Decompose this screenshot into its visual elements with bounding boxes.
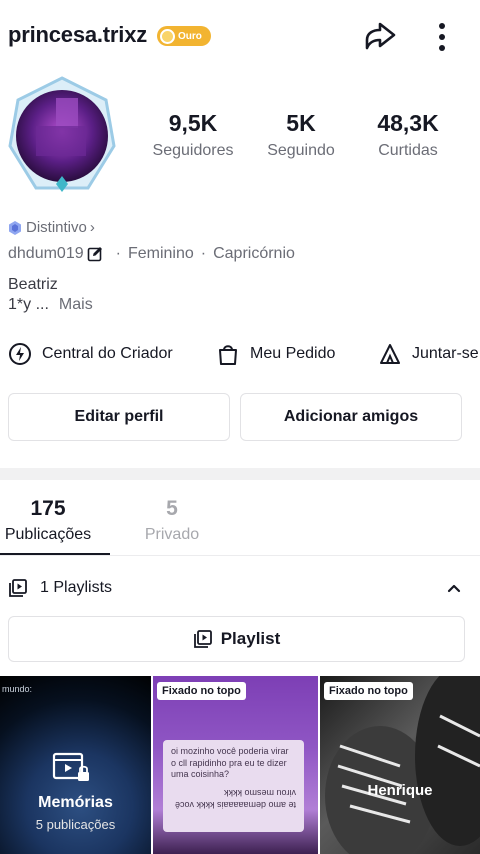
- sneaker-photo: [325, 676, 480, 854]
- chevron-up-icon[interactable]: [444, 578, 464, 598]
- more-vertical-icon: [439, 23, 445, 51]
- followers-label: Seguidores: [152, 142, 234, 159]
- avatar-frame-icon: [8, 76, 116, 192]
- following-count: 5K: [286, 110, 316, 136]
- playlist-icon: [193, 630, 212, 648]
- note-card: oi mozinho você poderia virar o cll rapi…: [163, 740, 304, 832]
- following-stat[interactable]: 5K Seguindo: [246, 108, 356, 160]
- creator-center-icon: [9, 343, 31, 365]
- username: princesa.trixz: [8, 22, 148, 47]
- collection-subtitle: 5 publicações: [35, 817, 116, 832]
- followers-stat[interactable]: 9,5K Seguidores: [138, 108, 248, 160]
- followers-count: 9,5K: [168, 110, 218, 136]
- playlist-button[interactable]: Playlist: [8, 616, 465, 662]
- coin-icon: [160, 28, 175, 44]
- likes-count: 48,3K: [377, 110, 439, 136]
- creator-center-shortcut[interactable]: Central do Criador: [8, 342, 173, 366]
- shortcuts-row: Central do Criador Meu Pedido Juntar-se: [0, 338, 480, 372]
- following-label: Seguindo: [267, 142, 335, 159]
- collection-title: Memórias: [38, 794, 113, 811]
- pinned-label: Fixado no topo: [324, 682, 413, 700]
- video-thumbnail-henrique[interactable]: Fixado no topo Henrique: [320, 676, 480, 854]
- creator-center-label: Central do Criador: [42, 345, 173, 362]
- tab-privado-label: Privado: [144, 526, 200, 543]
- likes-label: Curtidas: [378, 142, 438, 159]
- collection-lock-icon: [52, 752, 89, 781]
- tab-publicacoes-count: 175: [30, 497, 66, 520]
- share-arrow-icon: [365, 22, 396, 50]
- tab-publicacoes-label: Publicações: [4, 526, 92, 543]
- profile-info-line: dhdum019 · Feminino · Capricórnio: [8, 245, 295, 263]
- note-flipped-text: te amo demaaaaais kkkk você virou mesmo …: [174, 788, 296, 810]
- join-label: Juntar-se: [412, 345, 479, 362]
- bio-more-link[interactable]: Mais: [59, 296, 93, 313]
- avatar[interactable]: [6, 76, 118, 198]
- my-orders-label: Meu Pedido: [250, 345, 336, 362]
- bio-text: 1*y ... Mais: [8, 296, 93, 314]
- tab-publicacoes[interactable]: 175 Publicações: [0, 496, 104, 544]
- pinned-label: Fixado no topo: [157, 682, 246, 700]
- separator-dot: ·: [115, 245, 121, 262]
- live-community-icon: [380, 344, 400, 364]
- tab-privado-count: 5: [166, 497, 178, 520]
- tier-badge-label: Ouro: [178, 30, 202, 42]
- profile-header: princesa.trixz Ouro: [0, 0, 480, 76]
- bio-line: 1*y ...: [8, 296, 49, 313]
- add-friends-button[interactable]: Adicionar amigos: [240, 393, 462, 441]
- join-shortcut[interactable]: Juntar-se: [378, 342, 479, 366]
- playlists-count: 1 Playlists: [40, 579, 113, 596]
- separator-dot: ·: [200, 245, 207, 262]
- distintivo-link[interactable]: Distintivo ›: [8, 219, 95, 236]
- playlist-icon: [9, 579, 27, 597]
- tab-privado[interactable]: 5 Privado: [116, 496, 228, 544]
- playlist-button-label: Playlist: [220, 629, 281, 648]
- video-thumbnail-memorias[interactable]: mundo: Memórias 5 publicações: [0, 676, 151, 854]
- handle: dhdum019: [8, 245, 84, 262]
- my-orders-shortcut[interactable]: Meu Pedido: [216, 342, 335, 366]
- tabs-divider: [0, 555, 480, 556]
- thumbnail-corner-text: mundo:: [2, 684, 33, 694]
- tier-badge[interactable]: Ouro: [157, 26, 211, 46]
- share-button[interactable]: [361, 18, 399, 56]
- edit-icon[interactable]: [87, 246, 103, 262]
- hexagon-badge-icon: [9, 220, 21, 235]
- video-caption: Henrique: [367, 782, 433, 799]
- video-thumbnail-pinned-note[interactable]: Fixado no topo oi mozinho você poderia v…: [153, 676, 318, 854]
- bio-name: Beatriz: [8, 276, 58, 293]
- shopping-bag-icon: [219, 345, 237, 365]
- more-options-button[interactable]: [428, 18, 456, 56]
- edit-profile-button[interactable]: Editar perfil: [8, 393, 230, 441]
- distintivo-label: Distintivo: [26, 219, 87, 236]
- likes-stat[interactable]: 48,3K Curtidas: [353, 108, 463, 160]
- chevron-right-icon: ›: [89, 219, 95, 236]
- playlists-header[interactable]: 1 Playlists: [0, 570, 480, 606]
- gender: Feminino: [127, 245, 194, 262]
- section-divider: [0, 468, 480, 480]
- note-text: oi mozinho você poderia virar o cll rapi…: [171, 746, 289, 779]
- zodiac-sign: Capricórnio: [213, 245, 295, 262]
